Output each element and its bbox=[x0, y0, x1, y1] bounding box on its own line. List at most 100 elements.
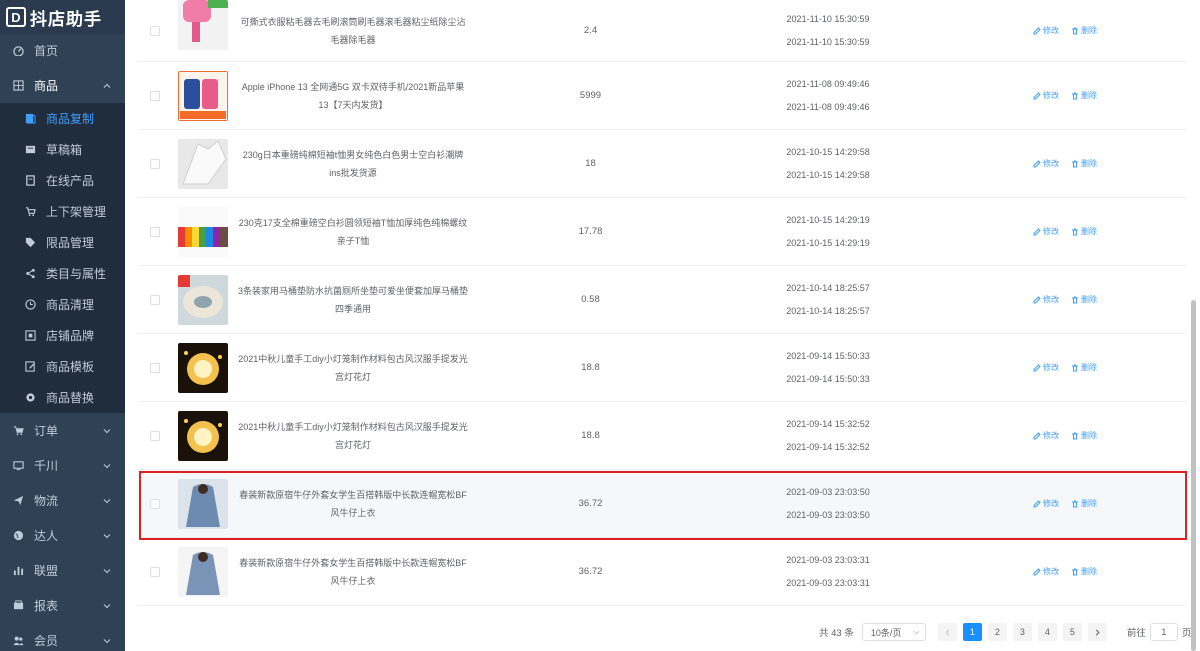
page-button-1[interactable]: 1 bbox=[962, 623, 982, 641]
row-checkbox[interactable] bbox=[150, 158, 160, 169]
delete-button[interactable]: 删除 bbox=[1071, 566, 1097, 577]
trash-icon bbox=[1072, 432, 1078, 439]
edit-button[interactable]: 修改 bbox=[1033, 226, 1059, 237]
page-jump-input[interactable]: 1 bbox=[1149, 623, 1178, 641]
edit-button[interactable]: 修改 bbox=[1033, 294, 1059, 305]
delete-button[interactable]: 删除 bbox=[1071, 430, 1097, 441]
product-thumbnail bbox=[178, 206, 228, 257]
table-row[interactable]: 可撕式衣服粘毛器去毛刷滚筒刷毛器滚毛器粘尘纸除尘沾毛器除毛器 2.4 2021-… bbox=[138, 0, 1187, 62]
edit-button[interactable]: 修改 bbox=[1033, 158, 1059, 169]
delete-button[interactable]: 删除 bbox=[1071, 90, 1097, 101]
row-checkbox[interactable] bbox=[150, 90, 160, 101]
page-button-3[interactable]: 3 bbox=[1012, 623, 1032, 641]
sidebar-item-alliance[interactable]: 联盟 bbox=[0, 553, 125, 588]
product-times: 2021-11-10 15:30:59 2021-11-10 15:30:59 bbox=[758, 8, 898, 54]
table-row[interactable]: 3条装家用马桶垫防水抗菌厕所坐垫可爱坐便套加厚马桶垫四季通用 0.58 2021… bbox=[138, 266, 1187, 334]
document-icon bbox=[24, 175, 36, 187]
row-checkbox[interactable] bbox=[150, 226, 160, 237]
row-checkbox[interactable] bbox=[150, 498, 160, 509]
product-title: 2021中秋儿童手工diy小灯笼制作材料包古风汉服手提发光宫灯花灯 bbox=[238, 421, 468, 450]
delete-button[interactable]: 删除 bbox=[1071, 362, 1097, 373]
row-checkbox[interactable] bbox=[150, 294, 160, 305]
delete-button[interactable]: 删除 bbox=[1071, 226, 1097, 237]
report-icon bbox=[12, 600, 24, 612]
edit-icon bbox=[1033, 295, 1041, 303]
product-price: 36.72 bbox=[578, 566, 603, 577]
product-title: 春装新款原宿牛仔外套女学生百搭韩版中长款连帽宽松BF风牛仔上衣 bbox=[239, 489, 467, 518]
created-time: 2021-11-08 09:49:46 bbox=[786, 78, 870, 89]
sidebar-item-members[interactable]: 会员 bbox=[0, 623, 125, 651]
row-checkbox[interactable] bbox=[150, 362, 160, 373]
sidebar-item-qianchuan[interactable]: 千川 bbox=[0, 448, 125, 483]
sidebar-item-product-replace[interactable]: 商品替换 bbox=[0, 382, 125, 413]
product-title: 230克17支全棉重磅空白衫圆领短袖T恤加厚纯色纯棉螺纹亲子T恤 bbox=[238, 217, 468, 246]
table-row[interactable]: 春装新款原宿牛仔外套女学生百搭韩版中长款连帽宽松BF风牛仔上衣 36.72 20… bbox=[138, 470, 1187, 538]
app-logo[interactable]: D 抖店助手 bbox=[0, 0, 125, 34]
product-price: 17.78 bbox=[578, 226, 603, 237]
sidebar-item-influencers[interactable]: 达人 bbox=[0, 518, 125, 553]
vertical-scrollbar[interactable] bbox=[1191, 300, 1196, 651]
delete-button[interactable]: 删除 bbox=[1071, 25, 1097, 36]
prev-page-button[interactable] bbox=[937, 623, 957, 641]
page-button-5[interactable]: 5 bbox=[1062, 623, 1082, 641]
sidebar-item-home[interactable]: 首页 bbox=[0, 33, 125, 68]
sidebar-item-products[interactable]: 商品 bbox=[0, 68, 125, 103]
sidebar-item-orders[interactable]: 订单 bbox=[0, 413, 125, 448]
table-row[interactable]: 春装新款原宿牛仔外套女学生百搭韩版中长款连帽宽松BF风牛仔上衣 36.72 20… bbox=[138, 538, 1187, 606]
sidebar-item-shelf-management[interactable]: 上下架管理 bbox=[0, 196, 125, 227]
created-time: 2021-10-15 14:29:19 bbox=[786, 214, 870, 225]
product-thumbnail bbox=[178, 274, 228, 325]
table-row[interactable]: 230克17支全棉重磅空白衫圆领短袖T恤加厚纯色纯棉螺纹亲子T恤 17.78 2… bbox=[138, 198, 1187, 266]
updated-time: 2021-10-15 14:29:19 bbox=[786, 237, 870, 248]
sidebar-item-label: 店铺品牌 bbox=[46, 329, 95, 343]
product-times: 2021-10-15 14:29:19 2021-10-15 14:29:19 bbox=[758, 209, 898, 255]
created-time: 2021-09-03 23:03:50 bbox=[786, 486, 870, 497]
sidebar-item-label: 商品清理 bbox=[46, 298, 95, 312]
row-checkbox[interactable] bbox=[150, 25, 160, 36]
sidebar-item-drafts[interactable]: 草稿箱 bbox=[0, 134, 125, 165]
trash-icon bbox=[1072, 500, 1078, 507]
delete-button[interactable]: 删除 bbox=[1071, 294, 1097, 305]
row-checkbox[interactable] bbox=[150, 566, 160, 577]
sidebar-item-limit-management[interactable]: 限品管理 bbox=[0, 227, 125, 258]
next-page-button[interactable] bbox=[1087, 623, 1107, 641]
page-button-4[interactable]: 4 bbox=[1037, 623, 1057, 641]
product-title: Apple iPhone 13 全网通5G 双卡双待手机/2021新品苹果13【… bbox=[241, 81, 465, 110]
edit-button[interactable]: 修改 bbox=[1033, 498, 1059, 509]
sidebar-item-reports[interactable]: 报表 bbox=[0, 588, 125, 623]
row-checkbox[interactable] bbox=[150, 430, 160, 441]
edit-icon bbox=[1033, 91, 1041, 99]
edit-button[interactable]: 修改 bbox=[1033, 362, 1059, 373]
table-row[interactable]: 2021中秋儿童手工diy小灯笼制作材料包古风汉服手提发光宫灯花灯 18.8 2… bbox=[138, 402, 1187, 470]
edit-button[interactable]: 修改 bbox=[1033, 566, 1059, 577]
delete-button[interactable]: 删除 bbox=[1071, 158, 1097, 169]
page-size-select[interactable]: 10条/页 bbox=[861, 623, 926, 641]
cart-icon bbox=[24, 206, 36, 218]
edit-button[interactable]: 修改 bbox=[1033, 90, 1059, 101]
product-thumbnail bbox=[178, 478, 228, 529]
share-icon bbox=[24, 268, 36, 280]
edit-button[interactable]: 修改 bbox=[1033, 25, 1059, 36]
sidebar-item-logistics[interactable]: 物流 bbox=[0, 483, 125, 518]
table-row[interactable]: Apple iPhone 13 全网通5G 双卡双待手机/2021新品苹果13【… bbox=[138, 62, 1187, 130]
row-actions: 修改 删除 bbox=[1033, 362, 1097, 373]
sidebar-item-online-products[interactable]: 在线产品 bbox=[0, 165, 125, 196]
sidebar-item-product-template[interactable]: 商品模板 bbox=[0, 351, 125, 382]
sidebar-item-store-brand[interactable]: 店铺品牌 bbox=[0, 320, 125, 351]
main-content: 可撕式衣服粘毛器去毛刷滚筒刷毛器滚毛器粘尘纸除尘沾毛器除毛器 2.4 2021-… bbox=[125, 0, 1200, 651]
chevron-down-icon bbox=[103, 533, 111, 538]
table-row[interactable]: 2021中秋儿童手工diy小灯笼制作材料包古风汉服手提发光宫灯花灯 18.8 2… bbox=[138, 334, 1187, 402]
product-title: 春装新款原宿牛仔外套女学生百搭韩版中长款连帽宽松BF风牛仔上衣 bbox=[239, 557, 467, 586]
delete-button[interactable]: 删除 bbox=[1071, 498, 1097, 509]
trash-icon bbox=[1072, 160, 1078, 167]
sidebar-item-product-cleanup[interactable]: 商品清理 bbox=[0, 289, 125, 320]
sidebar-item-product-copy[interactable]: 商品复制 bbox=[0, 103, 125, 134]
product-times: 2021-10-14 18:25:57 2021-10-14 18:25:57 bbox=[758, 277, 898, 323]
page-button-2[interactable]: 2 bbox=[987, 623, 1007, 641]
edit-button[interactable]: 修改 bbox=[1033, 430, 1059, 441]
copy-icon bbox=[24, 113, 36, 125]
product-times: 2021-11-08 09:49:46 2021-11-08 09:49:46 bbox=[758, 73, 898, 119]
sidebar-item-category-attributes[interactable]: 类目与属性 bbox=[0, 258, 125, 289]
table-row[interactable]: 230g日本重磅纯棉短袖t恤男女纯色白色男士空白衫潮牌ins批发货源 18 20… bbox=[138, 130, 1187, 198]
sidebar-item-label: 报表 bbox=[34, 599, 59, 613]
